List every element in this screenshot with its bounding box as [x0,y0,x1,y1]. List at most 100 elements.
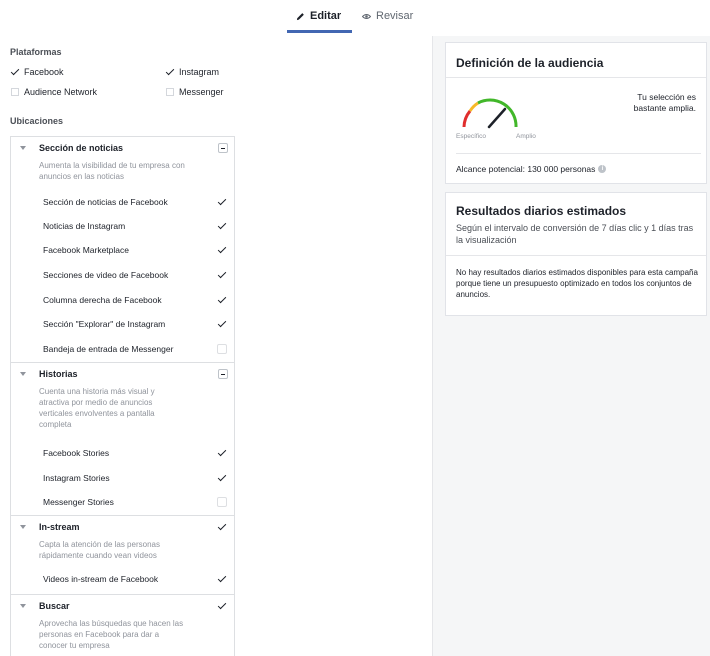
divider [456,153,701,154]
placement-label: Bandeja de entrada de Messenger [43,344,174,354]
group-description: Aumenta la visibilidad de tu empresa con… [39,160,219,182]
audience-title: Definición de la audiencia [456,56,604,70]
platform-instagram[interactable]: Instagram [166,67,219,77]
estimated-results-card: Resultados diarios estimados Según el in… [445,192,707,316]
gauge-yellow-segment [468,101,479,112]
checkbox-checked-icon[interactable] [217,197,227,207]
checkbox-checked-icon[interactable] [217,221,227,231]
placement-label: Sección de noticias de Facebook [43,197,168,207]
platform-label: Audience Network [24,87,98,97]
placement-item[interactable]: Videos in-stream de Facebook [11,567,234,591]
desc-line: anuncios en las noticias [39,172,124,181]
placement-label: Noticias de Instagram [43,221,126,231]
placement-item[interactable]: Facebook Stories [11,441,234,465]
results-subtitle: Según el intervalo de conversión de 7 dí… [456,223,694,245]
collapse-triangle-icon [20,603,26,608]
platform-audience-network[interactable]: Audience Network [11,87,97,97]
placements-title: Ubicaciones [10,116,64,126]
checkbox-checked-icon[interactable] [217,245,227,255]
tab-edit-label: Editar [310,10,342,22]
placement-label: Sección "Explorar" de Instagram [43,319,166,329]
gauge-green-segment [477,98,518,128]
group-header-stories[interactable]: Historias [11,362,234,384]
tab-review[interactable]: Revisar [362,10,413,22]
placement-item[interactable]: Columna derecha de Facebook [11,288,234,312]
checkbox-checked-icon[interactable] [217,574,227,584]
checkbox-checked-icon[interactable] [217,270,227,280]
group-description: Aprovecha las búsquedas que hacen las pe… [39,618,219,651]
group-header-search[interactable]: Buscar [11,594,234,616]
checkbox-checked-icon [166,68,174,76]
gauge-needle [487,107,507,129]
placement-settings: Plataformas Facebook Instagram Audience … [0,36,238,656]
partial-select-checkbox[interactable] [218,143,228,153]
selection-text: Tu selección es bastante amplia. [633,92,696,113]
checkbox-checked-icon[interactable] [217,319,227,329]
placement-item[interactable]: Secciones de video de Facebook [11,263,234,287]
desc-line: conocer tu empresa [39,641,110,650]
collapse-triangle-icon [20,371,26,376]
group-description: Cuenta una historia más visual y atracti… [39,386,219,430]
partial-select-checkbox[interactable] [218,368,228,379]
checkbox-unchecked-icon[interactable] [217,497,227,507]
placements-list: Sección de noticias Aumenta la visibilid… [10,136,235,656]
placement-label: Columna derecha de Facebook [43,295,162,305]
checkbox-unchecked-icon [11,88,19,96]
checkbox-checked-icon[interactable] [217,295,227,305]
gauge-right-label: Amplio [516,133,536,140]
platform-messenger[interactable]: Messenger [166,87,224,97]
checkbox-unchecked-icon[interactable] [217,344,227,354]
placement-label: Instagram Stories [43,473,110,483]
checkbox-checked-icon[interactable] [218,523,226,531]
platform-label: Messenger [179,87,224,97]
tab-review-label: Revisar [376,10,414,22]
gauge-left-label: Específico [456,133,486,140]
tab-edit[interactable]: Editar [296,10,341,22]
eye-icon [362,13,371,19]
info-icon[interactable]: i [598,165,607,173]
platform-facebook[interactable]: Facebook [11,67,64,77]
group-header-feeds[interactable]: Sección de noticias [11,137,234,159]
active-tab-indicator [287,30,352,33]
desc-line: Aumenta la visibilidad de tu empresa con [39,161,185,170]
audience-definition-card: Definición de la audiencia Específico Am… [445,42,707,184]
placement-label: Secciones de video de Facebook [43,270,169,280]
desc-line: rápidamente cuando vean videos [39,551,157,560]
desc-line: Capta la atención de las personas [39,540,160,549]
desc-line: personas en Facebook para dar a [39,630,160,639]
platform-label: Instagram [179,67,220,77]
top-tabs: Editar Revisar [0,0,710,36]
placement-label: Messenger Stories [43,497,114,507]
placement-label: Facebook Stories [43,448,110,458]
placement-label: Facebook Marketplace [43,245,129,255]
placement-item[interactable]: Sección de noticias de Facebook [11,190,234,214]
placement-item[interactable]: Noticias de Instagram [11,214,234,238]
desc-line: Aprovecha las búsquedas que hacen las [39,619,184,628]
placement-item[interactable]: Messenger Stories [11,490,234,514]
checkbox-unchecked-icon [166,88,174,96]
group-title: Sección de noticias [39,143,124,153]
placement-item[interactable]: Facebook Marketplace [11,238,234,262]
group-title: Buscar [39,600,70,611]
checkbox-checked-icon[interactable] [217,473,227,483]
potential-reach: Alcance potencial: 130 000 personas i [456,164,607,174]
group-header-in-stream[interactable]: In-stream [11,515,234,537]
desc-line: Cuenta una historia más visual y [39,387,155,396]
group-title: In-stream [39,521,80,532]
reach-text: Alcance potencial: 130 000 personas [456,164,596,174]
desc-line: verticales envolventes a pantalla [39,409,155,418]
placement-item[interactable]: Sección "Explorar" de Instagram [11,312,234,336]
checkbox-checked-icon [11,68,19,76]
group-title: Historias [39,368,78,379]
pencil-icon [296,12,304,20]
checkbox-checked-icon[interactable] [218,602,226,610]
placement-item[interactable]: Bandeja de entrada de Messenger [11,337,234,361]
platforms-title: Plataformas [10,47,62,57]
collapse-triangle-icon [20,524,26,529]
results-title: Resultados diarios estimados [456,204,627,218]
placement-item[interactable]: Instagram Stories [11,466,234,490]
checkbox-checked-icon[interactable] [217,448,227,458]
results-note: No hay resultados diarios estimados disp… [456,268,698,299]
group-description: Capta la atención de las personas rápida… [39,539,219,561]
desc-line: completa [39,420,72,429]
